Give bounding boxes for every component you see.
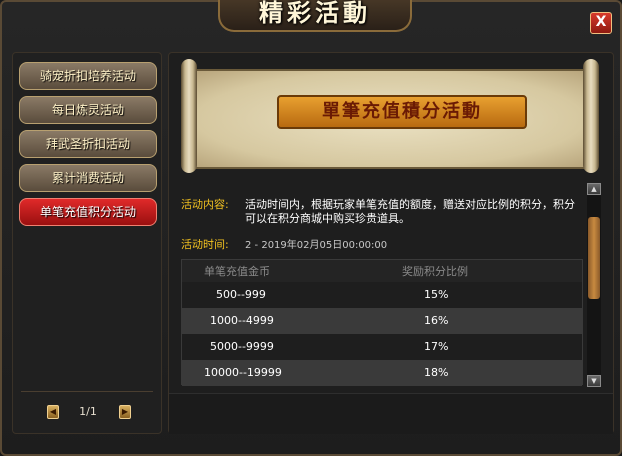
cell-recharge: 5000--9999 <box>210 340 274 353</box>
next-page-icon[interactable]: ▶ <box>119 405 131 419</box>
sidebar-item-daily-refine[interactable]: 每日炼灵活动 <box>19 96 157 124</box>
sidebar-item-single-recharge[interactable]: 单笔充值积分活动 <box>19 198 157 226</box>
panel-footer <box>169 393 613 434</box>
cell-recharge: 1000--4999 <box>210 314 274 327</box>
sidebar-item-worship-discount[interactable]: 拜武圣折扣活动 <box>19 130 157 158</box>
reward-table: 单笔充值金币 奖励积分比例 500--999 15% 1000--4999 16… <box>181 259 583 386</box>
cell-ratio: 15% <box>424 288 449 301</box>
cell-recharge: 10000--19999 <box>204 366 282 379</box>
table-row: 5000--9999 17% <box>182 334 582 360</box>
content-scrollbar[interactable]: ▲ ▼ <box>587 183 601 387</box>
activity-detail-panel: 單筆充值積分活動 活动内容: 活动时间内，根据玩家单笔充值的额度，赠送对应比例的… <box>168 52 614 434</box>
time-text: 2 - 2019年02月05日00:00:00 <box>245 240 388 251</box>
page-indicator: 1/1 <box>79 405 97 418</box>
table-header: 单笔充值金币 奖励积分比例 <box>182 260 582 282</box>
scroll-up-icon[interactable]: ▲ <box>587 183 601 195</box>
window-title: 精彩活動 <box>259 0 371 27</box>
col-header-recharge: 单笔充值金币 <box>204 265 270 278</box>
desc-text: 活动时间内，根据玩家单笔充值的额度，赠送对应比例的积分，积分可以在积分商城中购买… <box>245 198 575 225</box>
sidebar-pager: ◀ 1/1 ▶ <box>43 403 133 423</box>
cell-ratio: 16% <box>424 314 449 327</box>
activity-window: 精彩活動 X 骑宠折扣培养活动 每日炼灵活动 拜武圣折扣活动 累计消费活动 单笔… <box>0 0 622 456</box>
close-button[interactable]: X <box>590 12 612 34</box>
cell-recharge: 500--999 <box>216 288 266 301</box>
scroll-thumb[interactable] <box>588 217 600 299</box>
activity-sidebar: 骑宠折扣培养活动 每日炼灵活动 拜武圣折扣活动 累计消费活动 单笔充值积分活动 … <box>12 52 162 434</box>
title-plate: 精彩活動 <box>218 0 412 32</box>
cell-ratio: 18% <box>424 366 449 379</box>
time-label: 活动时间: <box>181 238 229 251</box>
sidebar-divider <box>21 391 153 392</box>
banner-title: 單筆充值積分活動 <box>277 95 527 129</box>
cell-ratio: 17% <box>424 340 449 353</box>
scroll-rod-right <box>583 59 599 173</box>
activity-banner: 單筆充值積分活動 <box>181 59 599 173</box>
table-row: 10000--19999 18% <box>182 360 582 386</box>
table-row: 1000--4999 16% <box>182 308 582 334</box>
col-header-ratio: 奖励积分比例 <box>402 265 468 278</box>
sidebar-item-cumulative-spend[interactable]: 累计消费活动 <box>19 164 157 192</box>
scroll-rod-left <box>181 59 197 173</box>
prev-page-icon[interactable]: ◀ <box>47 405 59 419</box>
table-row: 500--999 15% <box>182 282 582 308</box>
desc-label: 活动内容: <box>181 198 229 211</box>
sidebar-item-mount-discount[interactable]: 骑宠折扣培养活动 <box>19 62 157 90</box>
scroll-down-icon[interactable]: ▼ <box>587 375 601 387</box>
